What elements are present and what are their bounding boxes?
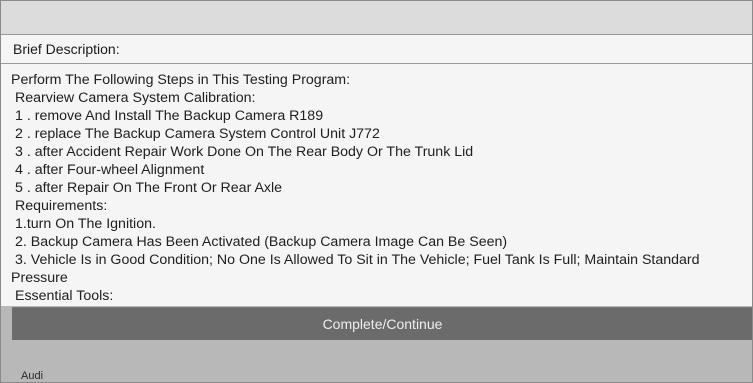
description-content[interactable]: Perform The Following Steps in This Test… xyxy=(1,64,752,306)
content-line: 2 . replace The Backup Camera System Con… xyxy=(15,126,380,142)
brand-label: Audi xyxy=(21,370,44,382)
footer: Audi xyxy=(1,340,752,382)
content-line: Perform The Following Steps in This Test… xyxy=(11,72,351,88)
complete-continue-button[interactable]: Complete/Continue xyxy=(12,307,753,340)
content-line: 5 . after Repair On The Front Or Rear Ax… xyxy=(15,180,283,196)
content-line: Requirements: xyxy=(15,198,108,214)
content-line: 3. Vehicle Is in Good Condition; No One … xyxy=(15,252,700,268)
content-line: 3 . after Accident Repair Work Done On T… xyxy=(15,144,474,160)
content-line: Rearview Camera System Calibration: xyxy=(15,90,256,106)
content-line: 4 . after Four-wheel Alignment xyxy=(15,162,205,178)
top-bar xyxy=(1,1,752,35)
description-title: Brief Description: xyxy=(13,41,120,57)
description-header: Brief Description: xyxy=(1,35,752,64)
content-line: 1.turn On The Ignition. xyxy=(15,216,156,232)
content-line: Essential Tools: xyxy=(15,288,114,304)
content-line: 1 . remove And Install The Backup Camera… xyxy=(15,108,324,124)
content-line: Pressure xyxy=(11,270,68,286)
content-line: 2. Backup Camera Has Been Activated (Bac… xyxy=(15,234,508,250)
description-text: Perform The Following Steps in This Test… xyxy=(11,71,752,305)
